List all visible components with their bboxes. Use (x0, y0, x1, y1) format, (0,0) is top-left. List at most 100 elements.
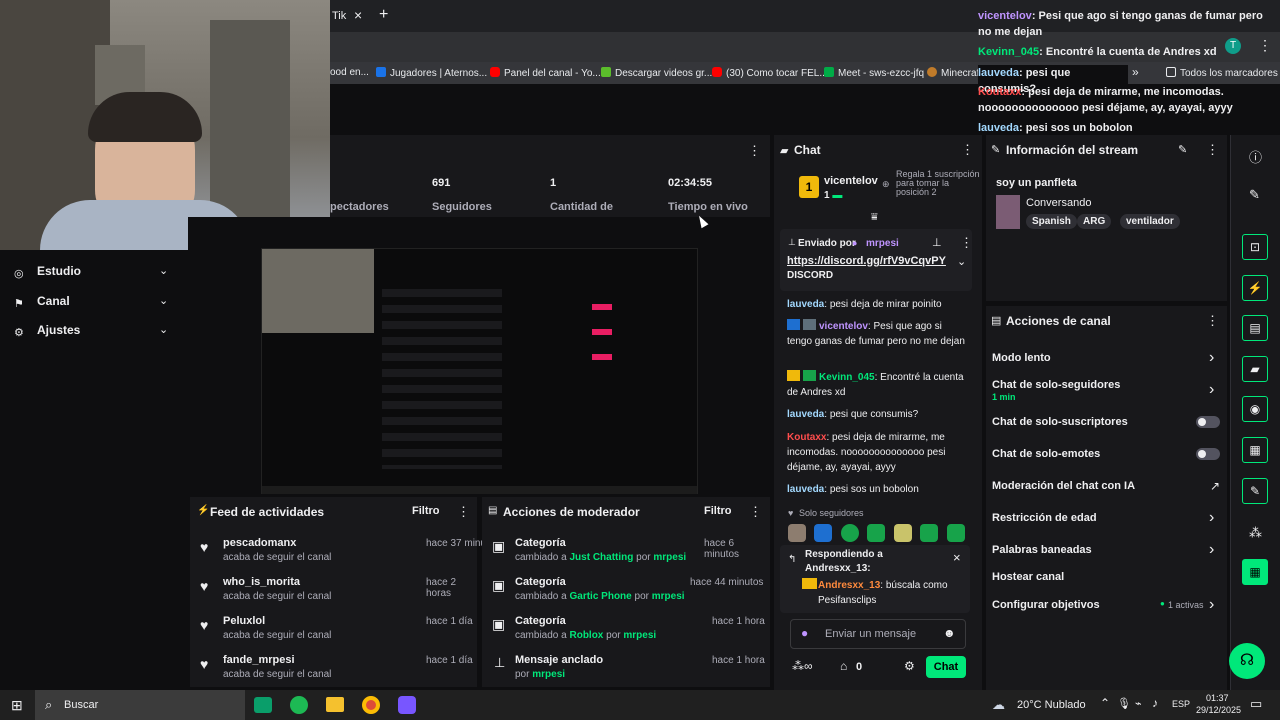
gear-icon[interactable]: ⚙ (904, 659, 915, 673)
left-sidebar: ◎ Estudio ⌄ ⚑ Canal ⌄ ⚙ Ajustes ⌄ (0, 250, 188, 690)
channel-action-followers-only[interactable]: Chat de solo-seguidores 1 min › (986, 379, 1227, 405)
quick-action-raid[interactable]: ◉ (1242, 396, 1268, 422)
unpin-icon[interactable]: ⊥ (932, 236, 942, 249)
emote-icon[interactable] (920, 524, 939, 542)
community-icon[interactable]: ⁂ (1249, 525, 1262, 541)
pinned-link[interactable]: https://discord.gg/rfV9vCqvPY (787, 255, 947, 267)
activity-user[interactable]: fande_mrpesi (223, 654, 295, 666)
quick-action-scenes[interactable]: ▦ (1242, 559, 1268, 585)
channel-action-label: Chat de solo-emotes (992, 448, 1101, 460)
sidebar-item-canal[interactable]: ⚑ Canal ⌄ (14, 294, 174, 312)
activity-user[interactable]: who_is_morita (223, 576, 300, 588)
emote-icon[interactable] (788, 524, 806, 542)
sidebar-item-ajustes[interactable]: ⚙ Ajustes ⌄ (14, 323, 174, 341)
bookmark-item[interactable]: ood en... (330, 67, 369, 78)
quick-action-boost[interactable]: ⚡ (1242, 275, 1268, 301)
help-headset-icon[interactable]: ☊ (1229, 643, 1265, 679)
quick-action-ads[interactable]: ▦ (1242, 437, 1268, 463)
stream-info-menu-icon[interactable]: ⋮ (1206, 142, 1219, 158)
emoji-icon[interactable]: ☻ (943, 626, 956, 640)
emote-only-toggle[interactable] (1196, 448, 1220, 460)
quick-action-settings[interactable]: ✎ (1242, 478, 1268, 504)
sidebar-item-estudio[interactable]: ◎ Estudio ⌄ (14, 264, 174, 282)
mic-icon[interactable]: 🎙 (1117, 697, 1131, 710)
mod-filter-button[interactable]: Filtro (704, 505, 732, 517)
bookmark-item[interactable]: Minecraft (927, 67, 982, 79)
pencil-icon[interactable]: ✎ (1249, 187, 1260, 203)
clock-time[interactable]: 01:37 (1206, 693, 1229, 703)
channel-action-banned-words[interactable]: Palabras baneadas › (986, 541, 1227, 564)
channel-action-label: Palabras baneadas (992, 544, 1092, 556)
app-icon[interactable] (254, 697, 272, 713)
windows-start-icon[interactable]: ⊞ (11, 697, 23, 714)
emote-icon[interactable] (893, 524, 912, 542)
community-icon[interactable]: ⁂∞ (792, 659, 813, 673)
chevron-right-icon: › (1209, 381, 1215, 398)
bookmark-item[interactable]: Panel del canal - Yo... (490, 67, 601, 79)
chat-menu-icon[interactable]: ⋮ (961, 142, 974, 158)
activity-menu-icon[interactable]: ⋮ (457, 504, 470, 520)
channel-action-slow-mode[interactable]: Modo lento › (986, 349, 1227, 372)
quick-action-clip[interactable]: ⊡ (1242, 234, 1268, 260)
emote-icon[interactable] (946, 524, 965, 542)
channel-action-host[interactable]: Hostear canal (986, 571, 1227, 591)
volume-icon[interactable]: ♪ (1152, 696, 1158, 710)
tray-chevron-icon[interactable]: ⌃ (1100, 696, 1110, 710)
filter-icon[interactable]: ⩸ (871, 211, 878, 224)
channel-actions-menu-icon[interactable]: ⋮ (1206, 313, 1219, 329)
clock-date[interactable]: 29/12/2025 (1196, 705, 1241, 715)
chevron-down-icon[interactable]: ⌄ (957, 255, 966, 268)
channel-action-ai-moderation[interactable]: Moderación del chat con IA ↗ (986, 479, 1227, 500)
pinned-menu-icon[interactable]: ⋮ (960, 235, 973, 251)
send-chat-button[interactable]: Chat (926, 656, 966, 678)
activity-filter-button[interactable]: Filtro (412, 505, 440, 517)
bookmark-item[interactable]: Descargar videos gr... (601, 67, 712, 79)
emote-icon[interactable] (867, 524, 886, 542)
leaderboard-user[interactable]: vicentelov (824, 175, 878, 187)
tag-spanish[interactable]: Spanish (1026, 214, 1077, 229)
taskbar-search[interactable]: ⌕ Buscar (35, 690, 245, 720)
network-icon[interactable]: ⌁ (1135, 697, 1142, 710)
bookmark-item[interactable]: (30) Como tocar FEL... (712, 67, 828, 79)
notifications-icon[interactable]: ▭ (1250, 696, 1262, 712)
subs-only-toggle[interactable] (1196, 416, 1220, 428)
language-indicator[interactable]: ESP (1172, 699, 1190, 709)
quick-action-chat[interactable]: ▰ (1242, 356, 1268, 382)
pinned-by-user[interactable]: mrpesi (866, 238, 899, 249)
sidebar-item-label: Canal (37, 294, 70, 308)
chrome-icon[interactable] (362, 696, 380, 714)
bookmark-item[interactable]: Jugadores | Aternos... (376, 67, 487, 79)
emote-icon[interactable] (814, 524, 833, 542)
app-icon-2[interactable] (398, 696, 416, 714)
close-tab-icon[interactable]: × (354, 7, 362, 23)
stats-menu-icon[interactable]: ⋮ (748, 143, 761, 159)
new-tab-icon[interactable]: + (379, 6, 388, 24)
mod-menu-icon[interactable]: ⋮ (749, 504, 762, 520)
channel-action-emote-only[interactable]: Chat de solo-emotes (986, 448, 1227, 468)
activity-user[interactable]: Peluxlol (223, 615, 265, 627)
tag-arg[interactable]: ARG (1077, 214, 1112, 229)
bookmark-item[interactable]: Meet - sws-ezcc-jfq (824, 67, 924, 79)
edit-icon[interactable]: ✎ (1178, 143, 1187, 156)
weather-text[interactable]: 20°C Nublado (1017, 699, 1086, 711)
category-name[interactable]: Conversando (1026, 197, 1091, 209)
spotify-icon[interactable] (290, 696, 308, 714)
emote-icon[interactable] (840, 524, 859, 542)
gift-sub-text[interactable]: Regala 1 suscripción para tomar la posic… (896, 170, 980, 197)
activity-user[interactable]: pescadomanx (223, 537, 296, 549)
channel-action-subs-only[interactable]: Chat de solo-suscriptores (986, 416, 1227, 436)
mic-icon[interactable]: ● (801, 626, 808, 640)
folder-icon[interactable] (326, 697, 344, 712)
tab-title[interactable]: Tik (332, 10, 346, 22)
channel-action-goals[interactable]: Configurar objetivos ● 1 activas › (986, 596, 1227, 619)
quick-action-notes[interactable]: ▤ (1242, 315, 1268, 341)
info-icon[interactable]: ⓘ (1249, 147, 1262, 166)
chat-input[interactable]: ● Enviar un mensaje ☻ (790, 619, 966, 649)
stream-preview[interactable] (261, 248, 698, 494)
list-item: ♥ who_is_morita acaba de seguir el canal… (190, 576, 477, 612)
chevron-down-icon: ⌄ (159, 265, 169, 277)
channel-action-age-restriction[interactable]: Restricción de edad › (986, 509, 1227, 532)
tag-ventilador[interactable]: ventilador (1120, 214, 1180, 229)
close-icon[interactable]: × (953, 550, 961, 565)
points-icon[interactable]: ⌂ (840, 659, 847, 673)
